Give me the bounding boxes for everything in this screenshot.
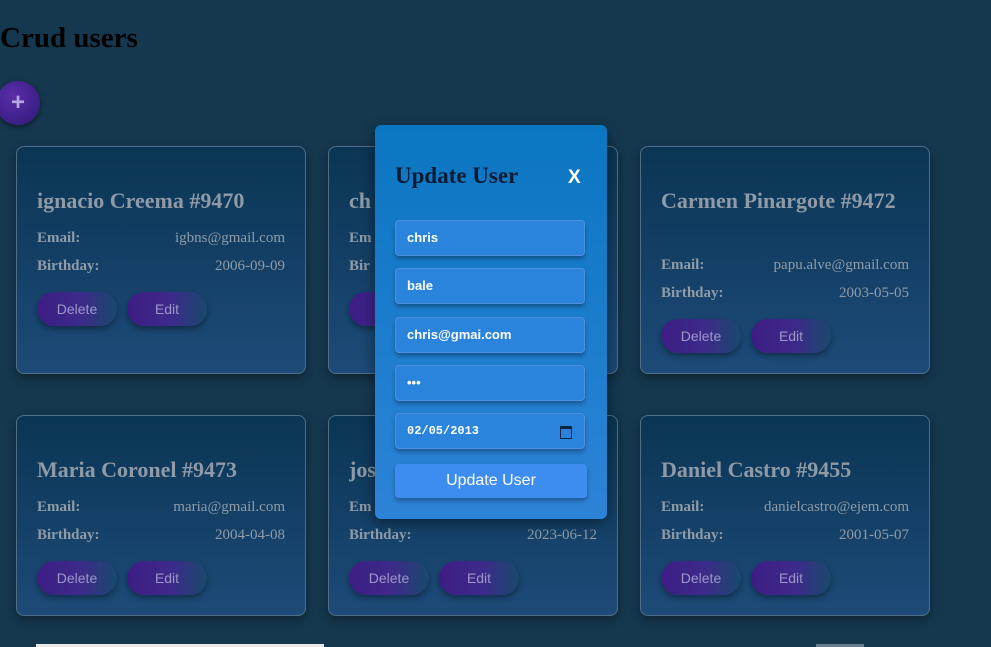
user-name: ignacio Creema #9470 <box>37 188 245 213</box>
delete-button[interactable]: Delete <box>37 561 117 595</box>
user-birthday: 2003-05-05 <box>839 285 909 301</box>
user-card: Daniel Castro #9455 Email: danielcastro@e… <box>640 415 930 616</box>
edit-button[interactable]: Edit <box>127 561 207 595</box>
plus-icon: + <box>10 89 25 116</box>
email-label: Em <box>349 230 372 246</box>
birthday-label: Birthday: <box>349 527 412 543</box>
user-card: ignacio Creema #9470 Email: igbns@gmail.c… <box>16 146 306 374</box>
edit-button[interactable]: Edit <box>439 561 519 595</box>
first-name-input[interactable]: chris <box>395 220 585 256</box>
email-label: Email: <box>37 499 81 515</box>
birthday-label: Birthday: <box>37 527 100 543</box>
delete-button[interactable]: Delete <box>661 319 741 353</box>
birthday-label: Bir <box>349 258 370 274</box>
delete-button[interactable]: Delete <box>349 561 429 595</box>
user-email: igbns@gmail.com <box>174 230 285 246</box>
user-birthday: 2004-04-08 <box>215 527 285 543</box>
user-card: Carmen Pinargote #9472 Email: papu.alve@g… <box>640 146 930 374</box>
birthday-value: 02/05/2013 <box>407 424 480 438</box>
password-input[interactable]: ••• <box>395 365 585 401</box>
birthday-label: Birthday: <box>661 285 724 301</box>
user-email: maria@gmail.com <box>173 499 285 515</box>
update-user-modal: Update User X chris bale chris@gmai.com … <box>375 125 607 519</box>
email-label: Email: <box>37 230 81 246</box>
last-name-input[interactable]: bale <box>395 268 585 304</box>
edit-button[interactable]: Edit <box>751 319 831 353</box>
update-user-button[interactable]: Update User <box>395 464 587 498</box>
user-name: Carmen Pinargote #9472 <box>661 188 896 213</box>
calendar-icon[interactable] <box>560 426 572 439</box>
add-user-button[interactable]: + <box>0 81 40 125</box>
modal-title: Update User <box>395 163 519 188</box>
user-birthday: 2001-05-07 <box>839 527 909 543</box>
delete-button[interactable]: Delete <box>661 561 741 595</box>
birthday-label: Birthday: <box>37 258 100 274</box>
edit-button[interactable]: Edit <box>127 292 207 326</box>
email-label: Em <box>349 499 372 515</box>
user-name: Maria Coronel #9473 <box>37 457 238 482</box>
birthday-label: Birthday: <box>661 527 724 543</box>
edit-button[interactable]: Edit <box>751 561 831 595</box>
user-birthday: 2006-09-09 <box>215 258 285 274</box>
delete-button[interactable]: Delete <box>37 292 117 326</box>
birthday-date-input[interactable]: 02/05/2013 <box>395 413 585 449</box>
user-email: papu.alve@gmail.com <box>773 257 909 273</box>
email-input[interactable]: chris@gmai.com <box>395 317 585 353</box>
page-title: Crud users <box>0 22 138 54</box>
email-label: Email: <box>661 257 705 273</box>
user-birthday: 2023-06-12 <box>527 527 597 543</box>
user-email: danielcastro@ejem.com <box>763 499 909 515</box>
user-name: Daniel Castro #9455 <box>661 457 852 482</box>
close-icon[interactable]: X <box>568 167 581 189</box>
user-card: Maria Coronel #9473 Email: maria@gmail.co… <box>16 415 306 616</box>
email-label: Email: <box>661 499 705 515</box>
